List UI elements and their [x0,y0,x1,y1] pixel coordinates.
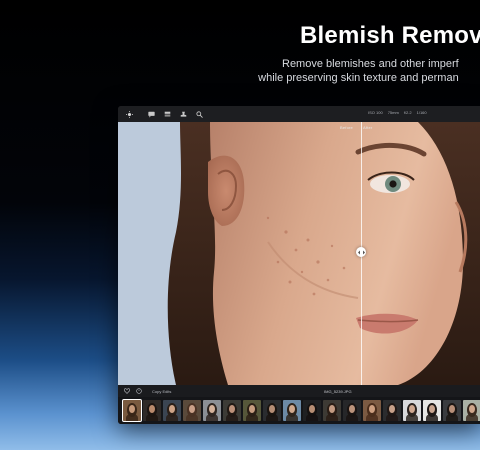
filmstrip-thumbnail[interactable] [203,400,221,421]
timer-icon[interactable] [136,388,142,394]
chat-icon[interactable] [146,109,156,119]
focal-length-value: 75mm [387,110,399,115]
zoom-icon[interactable] [194,109,204,119]
aperture-value: f/2.2 [403,110,412,115]
camera-metadata: ISO 100 75mm f/2.2 1/160 [368,110,427,115]
sun-icon[interactable] [124,109,134,119]
thumbnail-face [249,405,255,413]
portrait-photo [118,122,480,385]
after-label: After [363,125,373,130]
thumbnail-face [449,405,455,413]
thumbnail-body [206,414,218,421]
copy-edits-button[interactable]: Copy Edits [152,389,171,394]
thumbnail-body [166,414,178,421]
promo-subheading-line-1: Remove blemishes and other imperf [282,58,459,70]
split-handle[interactable] [356,247,366,257]
thumbnail-face [429,405,435,413]
filmstrip-thumbnail[interactable] [383,400,401,421]
filmstrip-thumbnail[interactable] [323,400,341,421]
thumbnail-body [266,414,278,421]
filmstrip-thumbnail[interactable] [183,400,201,421]
thumbnail-body [186,414,198,421]
thumbnail-face [129,405,135,413]
filmstrip-thumbnail[interactable] [403,400,421,421]
thumbnail-body [246,414,258,421]
thumbnail-body [466,414,478,421]
thumbnail-body [126,414,138,421]
thumbnail-face [269,405,275,413]
filmstrip-thumbnail[interactable] [223,400,241,421]
filmstrip-thumbnail[interactable] [263,400,281,421]
thumbnail-body [226,414,238,421]
heart-icon[interactable] [124,388,130,394]
thumbnail-body [286,414,298,421]
editor-toolbar: ISO 100 75mm f/2.2 1/160 [118,106,480,122]
shutter-value: 1/160 [416,110,427,115]
thumbnail-face [229,405,235,413]
thumbnail-body [426,414,438,421]
filmstrip-thumbnail[interactable] [443,400,461,421]
filmstrip [118,397,480,424]
thumbnail-face [369,405,375,413]
thumbnail-face [189,405,195,413]
thumbnail-body [306,414,318,421]
before-label: Before [340,125,353,130]
thumbnail-face [149,405,155,413]
thumbnail-face [309,405,315,413]
drag-arrows-icon [357,250,365,254]
editor-window: ISO 100 75mm f/2.2 1/160 Before After Co… [118,106,480,424]
thumbnail-body [386,414,398,421]
filmstrip-thumbnail[interactable] [463,400,480,421]
current-filename: IMG_5239.JPG [324,389,352,394]
thumbnail-face [329,405,335,413]
filmstrip-thumbnail[interactable] [363,400,381,421]
thumbnail-face [389,405,395,413]
promo-subheading-line-2: while preserving skin texture and perman [258,72,459,84]
thumbnail-body [446,414,458,421]
thumbnail-body [346,414,358,421]
filmstrip-thumbnail[interactable] [163,400,181,421]
thumbnail-face [349,405,355,413]
thumbnail-body [146,414,158,421]
thumbnail-body [326,414,338,421]
thumbnail-face [469,405,475,413]
layers-icon[interactable] [162,109,172,119]
filmstrip-thumbnail[interactable] [303,400,321,421]
iso-value: ISO 100 [368,110,383,115]
editor-bottom-bar: Copy Edits IMG_5239.JPG [118,385,480,397]
promo-headline: Blemish Remov [300,22,480,49]
stamp-icon[interactable] [178,109,188,119]
promo-subheading: Remove blemishes and other imperf while … [258,57,459,85]
filmstrip-thumbnail[interactable] [283,400,301,421]
before-after-viewer[interactable]: Before After [118,122,480,385]
filmstrip-thumbnail[interactable] [122,399,142,422]
thumbnail-body [366,414,378,421]
thumbnail-face [289,405,295,413]
filmstrip-thumbnail[interactable] [423,400,441,421]
filmstrip-thumbnail[interactable] [143,400,161,421]
thumbnail-body [406,414,418,421]
thumbnail-face [169,405,175,413]
filmstrip-thumbnail[interactable] [243,400,261,421]
filmstrip-thumbnail[interactable] [343,400,361,421]
thumbnail-face [209,405,215,413]
thumbnail-face [409,405,415,413]
